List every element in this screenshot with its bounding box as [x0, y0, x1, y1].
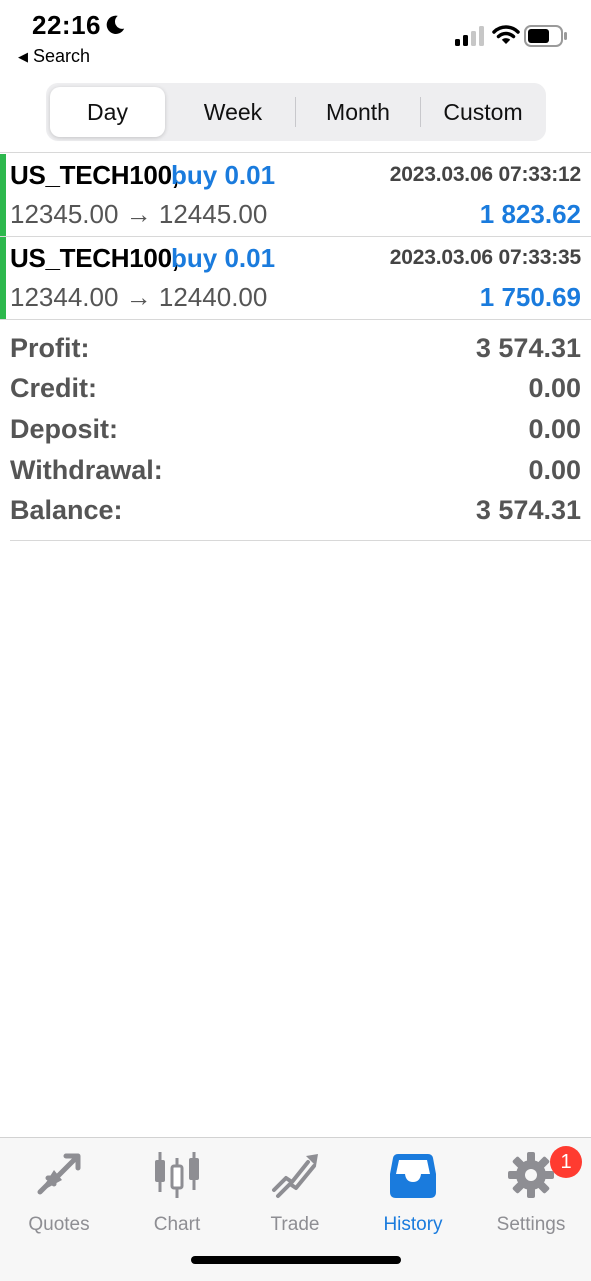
- tab-chart[interactable]: Chart: [118, 1148, 236, 1238]
- tab-trade[interactable]: Trade: [236, 1148, 354, 1238]
- divider: [0, 319, 591, 320]
- trade-icon: [272, 1154, 318, 1198]
- tab-settings[interactable]: 1 Settings: [472, 1146, 590, 1238]
- divider: [0, 152, 591, 153]
- deal-side: buy 0.01: [171, 243, 276, 273]
- buy-indicator-bar: [0, 154, 6, 236]
- segment-day[interactable]: Day: [50, 87, 165, 137]
- deal-prices: 12344.00 → 12440.00: [10, 282, 268, 312]
- wifi-icon: [492, 25, 520, 44]
- back-triangle-icon: ◀: [18, 49, 28, 64]
- tab-label: Quotes: [28, 1214, 90, 1235]
- tab-quotes[interactable]: Quotes: [0, 1148, 118, 1238]
- deal-prices: 12345.00 → 12445.00: [10, 199, 268, 229]
- back-to-search-link[interactable]: ◀ Search: [18, 46, 90, 67]
- summary-label: Withdrawal:: [10, 455, 163, 485]
- summary-withdrawal-row: Withdrawal: 0.00: [10, 455, 581, 495]
- tab-label: Trade: [270, 1214, 320, 1235]
- tab-label: History: [383, 1214, 443, 1235]
- deal-row[interactable]: US_TECH100, buy 0.01 2023.03.06 07:33:35…: [0, 237, 591, 319]
- summary-value: 0.00: [528, 373, 581, 403]
- summary-balance-row: Balance: 3 574.31: [10, 495, 581, 535]
- chart-icon: [155, 1152, 199, 1198]
- deal-side: buy 0.01: [171, 160, 276, 190]
- summary-label: Credit:: [10, 373, 97, 403]
- quotes-icon: [37, 1153, 81, 1195]
- tab-label: Chart: [153, 1214, 201, 1235]
- battery-icon: [524, 25, 567, 47]
- buy-indicator-bar: [0, 237, 6, 319]
- summary-value: 3 574.31: [475, 495, 581, 525]
- deal-time: 2023.03.06 07:33:35: [389, 246, 581, 269]
- summary-label: Profit:: [10, 333, 90, 363]
- summary-value: 0.00: [528, 455, 581, 485]
- summary-value: 3 574.31: [475, 333, 581, 363]
- deal-profit: 1 750.69: [479, 282, 581, 312]
- segment-month[interactable]: Month: [296, 87, 420, 137]
- summary-profit-row: Profit: 3 574.31: [10, 333, 581, 373]
- deal-symbol: US_TECH100,: [10, 160, 179, 190]
- deal-profit: 1 823.62: [479, 199, 581, 229]
- history-icon: [390, 1154, 436, 1198]
- status-time: 22:16: [32, 10, 101, 40]
- gear-icon: [508, 1152, 554, 1198]
- summary-label: Deposit:: [10, 414, 118, 444]
- divider: [10, 540, 591, 541]
- period-segmented-control: Day Week Month Custom: [46, 83, 546, 141]
- summary-label: Balance:: [10, 495, 123, 525]
- segment-custom[interactable]: Custom: [421, 87, 545, 137]
- deal-row[interactable]: US_TECH100, buy 0.01 2023.03.06 07:33:12…: [0, 154, 591, 236]
- summary-credit-row: Credit: 0.00: [10, 373, 581, 413]
- deal-symbol: US_TECH100,: [10, 243, 179, 273]
- home-indicator[interactable]: [191, 1256, 401, 1264]
- tab-history[interactable]: History: [354, 1148, 472, 1238]
- summary-deposit-row: Deposit: 0.00: [10, 414, 581, 454]
- summary-value: 0.00: [528, 414, 581, 444]
- notification-badge: 1: [550, 1146, 582, 1178]
- tab-label: Settings: [496, 1214, 566, 1235]
- deal-time: 2023.03.06 07:33:12: [389, 163, 581, 186]
- back-label: Search: [33, 46, 91, 66]
- cellular-signal-icon: [455, 26, 484, 46]
- segment-week[interactable]: Week: [171, 87, 295, 137]
- moon-icon: [106, 15, 125, 34]
- status-bar: 22:16 ◀ Search: [0, 0, 591, 70]
